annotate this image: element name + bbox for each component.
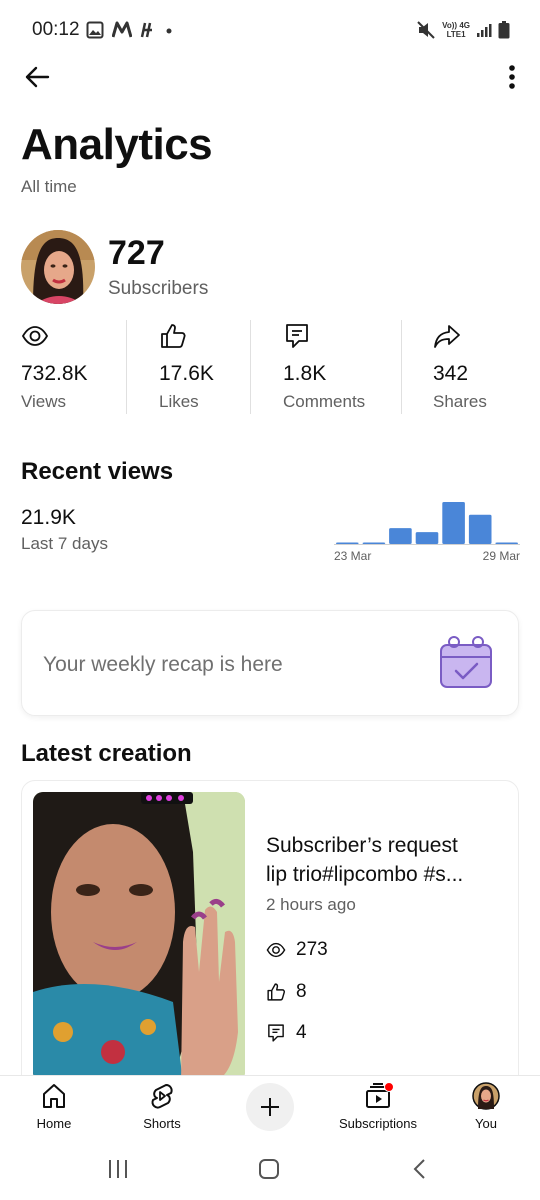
thumbs-up-icon — [267, 983, 286, 1001]
stat-comments-label: Comments — [283, 392, 366, 411]
more-options-button[interactable] — [500, 60, 524, 94]
recent-views-title: Recent views — [21, 458, 174, 485]
nav-subscriptions[interactable]: Subscriptions — [333, 1082, 423, 1138]
recent-apps-icon[interactable] — [106, 1157, 130, 1181]
stat-likes-label: Likes — [159, 392, 199, 411]
video-title[interactable]: Subscriber’s request lip trio#lipcombo #… — [266, 831, 506, 889]
subscriber-label: Subscribers — [108, 278, 209, 299]
video-comments: 4 — [266, 1022, 307, 1044]
video-views-value: 273 — [296, 939, 328, 960]
vertical-dots-icon — [509, 65, 515, 89]
video-likes: 8 — [266, 981, 307, 1003]
home-icon — [43, 1084, 65, 1108]
m-app-icon — [112, 21, 132, 38]
eye-icon — [21, 326, 49, 346]
nav-you[interactable]: You — [441, 1082, 531, 1138]
weekly-recap-card[interactable]: Your weekly recap is here — [21, 610, 519, 716]
recent-views-chart[interactable]: 23 Mar 29 Mar — [334, 496, 520, 566]
divider — [250, 320, 251, 414]
signal-icon — [477, 24, 492, 37]
chart-start-label: 23 Mar — [334, 549, 371, 563]
stat-views-value: 732.8K — [21, 362, 88, 385]
video-title-line-2: lip trio#lipcombo #s... — [266, 863, 464, 886]
network-bottom-label: LTE1 — [446, 30, 466, 39]
status-right-icons: Vo)) 4G LTE1 — [416, 20, 510, 40]
back-system-icon[interactable] — [408, 1157, 432, 1181]
stat-shares-value: 342 — [433, 362, 469, 385]
chart-bar — [495, 542, 518, 544]
weekly-recap-text: Your weekly recap is here — [43, 653, 283, 676]
status-left-icons — [86, 21, 174, 39]
divider — [401, 320, 402, 414]
recent-views-value: 21.9K — [21, 506, 76, 529]
top-app-bar — [0, 56, 540, 96]
stat-likes-value: 17.6K — [159, 362, 214, 385]
page-title: Analytics — [21, 120, 213, 169]
calendar-check-icon — [440, 636, 492, 688]
video-views: 273 — [266, 939, 328, 961]
home-system-icon[interactable] — [257, 1157, 281, 1181]
video-title-line-1: Subscriber’s request — [266, 834, 458, 857]
latest-video-card[interactable]: Subscriber’s request lip trio#lipcombo #… — [21, 780, 519, 1100]
chart-bar — [389, 528, 412, 544]
eye-icon — [266, 942, 286, 958]
nav-home[interactable]: Home — [9, 1082, 99, 1138]
share-arrow-icon — [434, 325, 460, 348]
nav-home-label: Home — [36, 1116, 72, 1131]
page-subtitle: All time — [21, 177, 77, 196]
video-comments-value: 4 — [296, 1022, 307, 1043]
profile-avatar-icon — [472, 1082, 500, 1110]
comment-icon — [286, 324, 308, 348]
stats-row: 732.8K Views 17.6K Likes 1.8K Comments 3… — [0, 320, 540, 414]
video-thumbnail[interactable] — [33, 792, 245, 1082]
video-likes-value: 8 — [296, 981, 307, 1002]
network-top-label: Vo)) 4G — [442, 21, 470, 30]
stat-shares-label: Shares — [433, 392, 487, 411]
recent-views-period: Last 7 days — [21, 534, 108, 553]
chart-bar — [362, 542, 386, 544]
plus-icon — [261, 1098, 279, 1116]
nav-subscriptions-label: Subscriptions — [338, 1116, 418, 1131]
network-type: Vo)) 4G LTE1 — [442, 21, 470, 39]
stat-views-label: Views — [21, 392, 67, 411]
bottom-nav: Home Shorts Subscriptions You — [0, 1075, 540, 1140]
notification-dot — [384, 1082, 394, 1092]
chart-bar — [415, 532, 439, 544]
dot-icon — [166, 28, 172, 34]
n-app-icon — [140, 22, 152, 38]
stat-comments-value: 1.8K — [283, 362, 327, 385]
chart-bar — [442, 502, 465, 544]
system-nav-bar — [0, 1140, 540, 1200]
comment-icon — [268, 1024, 284, 1042]
thumbs-up-icon — [161, 324, 186, 348]
shorts-icon — [151, 1084, 173, 1109]
channel-avatar[interactable] — [21, 230, 95, 304]
nav-shorts[interactable]: Shorts — [117, 1082, 207, 1138]
chart-bar — [468, 514, 492, 544]
back-arrow-icon — [25, 66, 50, 88]
create-button[interactable] — [246, 1083, 294, 1131]
back-button[interactable] — [20, 60, 54, 94]
divider — [126, 320, 127, 414]
chart-end-label: 29 Mar — [483, 549, 520, 563]
status-bar: 00:12 Vo)) 4G LTE1 — [0, 0, 540, 60]
video-time-ago: 2 hours ago — [266, 895, 356, 914]
latest-creation-title: Latest creation — [21, 740, 192, 767]
status-time: 00:12 — [32, 19, 80, 40]
mute-icon — [417, 21, 435, 39]
subscriber-count: 727 — [108, 234, 165, 272]
battery-icon — [498, 21, 510, 39]
nav-shorts-label: Shorts — [143, 1116, 181, 1131]
gallery-icon — [86, 21, 104, 39]
nav-you-label: You — [475, 1116, 497, 1131]
chart-bar — [336, 542, 359, 544]
